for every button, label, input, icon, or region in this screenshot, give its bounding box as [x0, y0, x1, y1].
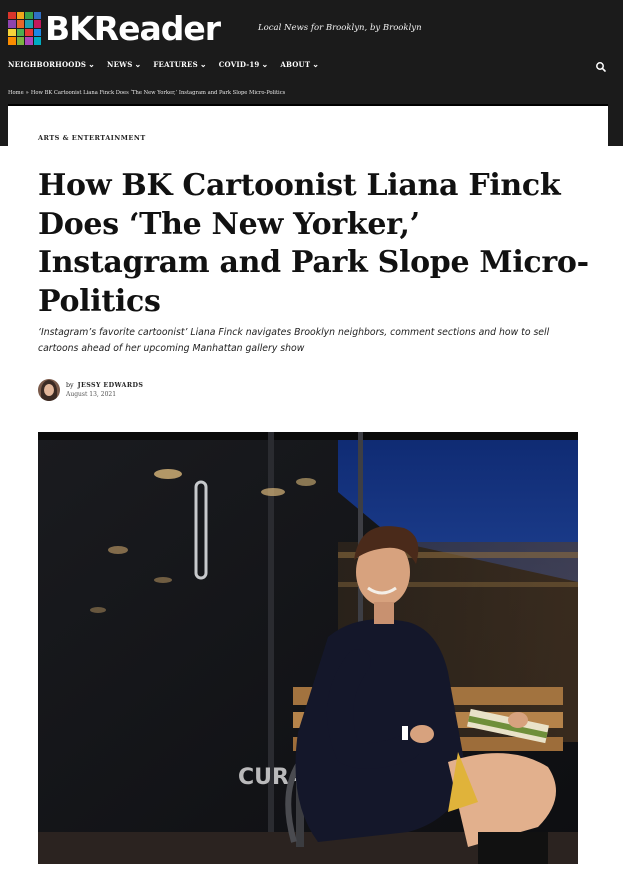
logo-tile [25, 37, 33, 45]
nav-item-label: FEATURES [153, 60, 198, 69]
breadcrumb: Home» How BK Cartoonist Liana Finck Does … [8, 90, 285, 96]
breadcrumb-current: How BK Cartoonist Liana Finck Does ‘The … [30, 90, 286, 96]
logo-mark-icon [8, 11, 41, 45]
nav-item-neighborhoods[interactable]: NEIGHBORHOODS ⌄ [8, 58, 96, 70]
logo-tile [8, 37, 16, 45]
logo-text: BKReader [45, 8, 221, 48]
article-featured-image: CURA [38, 432, 578, 864]
author-name-link[interactable]: JESSY EDWARDS [78, 382, 144, 389]
article-category-link[interactable]: ARTS & ENTERTAINMENT [38, 134, 146, 142]
logo-tile [8, 11, 16, 19]
logo-tile [25, 28, 33, 36]
nav-item-label: ABOUT [280, 60, 311, 69]
logo-tile [8, 28, 16, 36]
search-icon [596, 62, 606, 72]
main-nav: NEIGHBORHOODS ⌄ NEWS ⌄ FEATURES ⌄ COVID-… [8, 58, 320, 70]
logo-tile [16, 20, 24, 28]
logo-tile [33, 37, 41, 45]
logo-tile [16, 11, 24, 19]
author-avatar[interactable] [38, 379, 60, 401]
nav-item-label: NEWS [107, 60, 133, 69]
article-title: How BK Cartoonist Liana Finck Does ‘The … [38, 168, 589, 319]
article-byline: by JESSY EDWARDS August 13, 2021 [38, 379, 143, 401]
article-subtitle: ‘Instagram’s favorite cartoonist’ Liana … [38, 327, 550, 354]
breadcrumb-separator: » [25, 90, 29, 96]
nav-item-features[interactable]: FEATURES ⌄ [153, 58, 207, 70]
nav-item-news[interactable]: NEWS ⌄ [107, 58, 142, 70]
chevron-down-icon: ⌄ [134, 58, 142, 69]
logo-tile [25, 20, 33, 28]
logo-tile [16, 28, 24, 36]
nav-item-label: NEIGHBORHOODS [8, 60, 87, 69]
publish-date: August 13, 2021 [66, 391, 117, 398]
nav-item-label: COVID-19 [218, 60, 260, 69]
featured-photo-illustration: CURA [38, 432, 578, 864]
logo-tile [16, 37, 24, 45]
chevron-down-icon: ⌄ [88, 58, 96, 69]
chevron-down-icon: ⌄ [261, 58, 269, 69]
site-tagline: Local News for Brooklyn, by Brooklyn [258, 23, 422, 33]
logo-tile [33, 28, 41, 36]
byline-prefix: by [66, 382, 74, 389]
logo-tile [25, 11, 33, 19]
logo-tile [33, 20, 41, 28]
site-logo[interactable]: BKReader [8, 8, 221, 48]
logo-tile [33, 11, 41, 19]
nav-item-about[interactable]: ABOUT ⌄ [280, 58, 320, 70]
nav-item-covid-19[interactable]: COVID-19 ⌄ [218, 58, 269, 70]
logo-tile [8, 20, 16, 28]
search-button[interactable] [594, 59, 608, 73]
chevron-down-icon: ⌄ [199, 58, 207, 69]
breadcrumb-home-link[interactable]: Home [8, 90, 24, 96]
chevron-down-icon: ⌄ [312, 58, 320, 69]
